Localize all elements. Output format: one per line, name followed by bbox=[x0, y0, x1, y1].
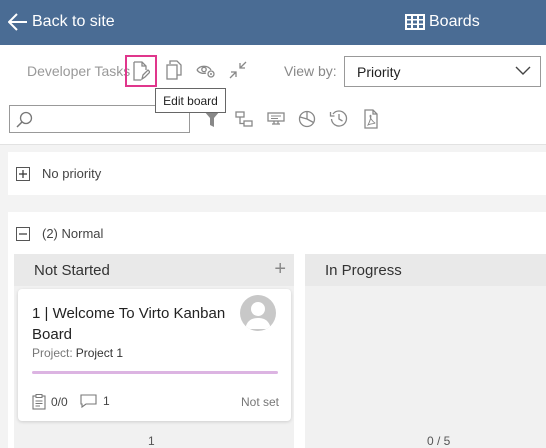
project-label: Project: bbox=[32, 346, 73, 360]
checklist-count: 0/0 bbox=[51, 395, 68, 409]
board-toolbar: Developer Tasks View by: Priority Edit b… bbox=[0, 45, 546, 145]
search-icon bbox=[16, 111, 33, 128]
pie-chart-icon bbox=[298, 110, 316, 128]
view-by-label: View by: bbox=[284, 63, 337, 79]
chevron-down-icon bbox=[515, 66, 531, 75]
clipboard-icon bbox=[32, 394, 46, 410]
avatar bbox=[240, 295, 276, 331]
column-title: In Progress bbox=[325, 262, 402, 279]
column-count: 1 bbox=[148, 434, 155, 448]
card-color-bar bbox=[32, 371, 278, 374]
copy-icon bbox=[166, 60, 182, 80]
add-card-button[interactable]: + bbox=[274, 259, 286, 279]
copy-board-button[interactable] bbox=[163, 59, 185, 81]
column-count: 0 / 5 bbox=[427, 434, 451, 448]
back-to-site-link[interactable]: Back to site bbox=[8, 10, 115, 34]
card-project: Project: Project 1 bbox=[32, 346, 123, 360]
card-status: Not set bbox=[240, 395, 279, 409]
boards-link[interactable]: Boards bbox=[404, 10, 480, 34]
board-name: Developer Tasks bbox=[27, 63, 131, 79]
collapse-arrows-icon bbox=[229, 61, 247, 79]
card-comments[interactable]: 1 bbox=[80, 394, 110, 408]
card-template-icon bbox=[267, 112, 285, 125]
view-by-value: Priority bbox=[357, 64, 401, 80]
history-button[interactable] bbox=[328, 108, 350, 130]
boards-grid-icon bbox=[405, 14, 425, 30]
history-icon bbox=[329, 110, 348, 127]
back-to-site-label: Back to site bbox=[32, 13, 115, 30]
collapse-button[interactable] bbox=[227, 59, 249, 81]
group-label: No priority bbox=[42, 166, 102, 181]
top-bar: Back to site Boards bbox=[0, 0, 546, 45]
group-label: (2) Normal bbox=[42, 226, 104, 241]
view-settings-button[interactable] bbox=[195, 59, 217, 81]
card-template-button[interactable] bbox=[265, 108, 287, 130]
export-pdf-button[interactable] bbox=[360, 108, 382, 130]
swimlanes-button[interactable] bbox=[233, 108, 255, 130]
kanban-card[interactable]: 1 | Welcome To Virto Kanban Board Projec… bbox=[18, 289, 291, 421]
collapse-minus-icon[interactable] bbox=[16, 227, 30, 241]
statistics-button[interactable] bbox=[296, 108, 318, 130]
comments-count: 1 bbox=[103, 394, 110, 408]
card-title: 1 | Welcome To Virto Kanban Board bbox=[32, 305, 226, 343]
group-no-priority: No priority bbox=[8, 152, 546, 195]
eye-settings-icon bbox=[196, 65, 215, 78]
edit-board-icon bbox=[133, 61, 150, 81]
column-header: Not Started + bbox=[14, 254, 294, 286]
column-in-progress: In Progress 0 / 5 bbox=[305, 254, 546, 448]
column-header: In Progress bbox=[305, 254, 546, 286]
edit-board-tooltip: Edit board bbox=[155, 88, 226, 113]
comment-icon bbox=[80, 394, 97, 408]
edit-board-button[interactable] bbox=[125, 55, 157, 87]
hierarchy-icon bbox=[235, 111, 253, 127]
arrow-left-icon bbox=[8, 13, 27, 31]
project-value: Project 1 bbox=[75, 346, 124, 360]
boards-label: Boards bbox=[429, 13, 480, 30]
expand-plus-icon[interactable] bbox=[16, 167, 30, 181]
column-title: Not Started bbox=[34, 262, 110, 279]
card-checklist[interactable]: 0/0 bbox=[32, 394, 68, 410]
user-avatar-icon bbox=[245, 302, 271, 329]
pdf-file-icon bbox=[364, 109, 378, 129]
view-by-select[interactable]: Priority bbox=[344, 56, 541, 87]
